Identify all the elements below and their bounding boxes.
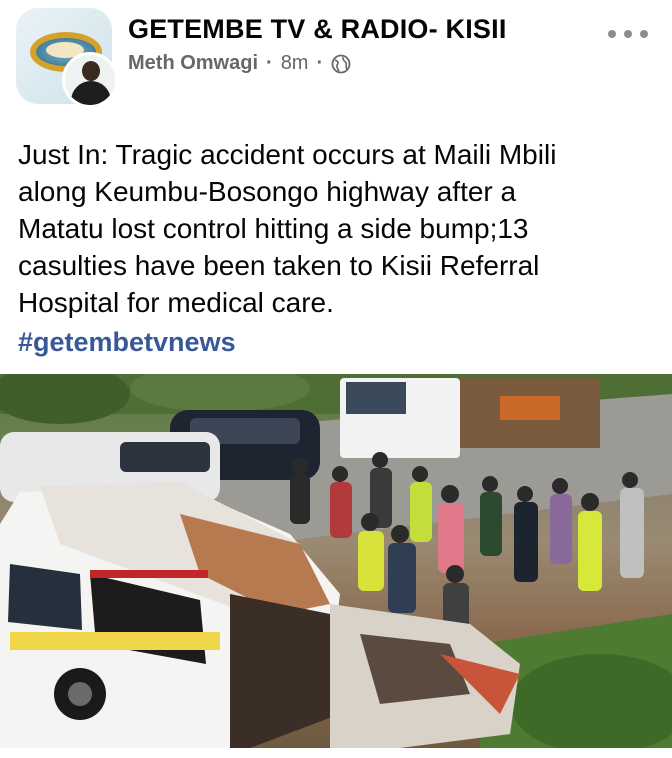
accident-scene-illustration	[0, 374, 672, 748]
avatar-head	[82, 61, 100, 81]
meta-separator-2: ·	[316, 52, 324, 74]
post-meta: Meth Omwagi · 8m ·	[128, 52, 351, 75]
author-name[interactable]: Meth Omwagi	[128, 52, 258, 75]
more-dot	[640, 30, 648, 38]
post-footer-spacer	[0, 748, 672, 758]
avatar-body	[71, 81, 111, 105]
author-avatar[interactable]	[62, 52, 118, 108]
post-text-line: casulties have been taken to Kisii Refer…	[18, 250, 540, 281]
meta-separator: ·	[266, 52, 273, 74]
post-text-line: Just In: Tragic accident occurs at Maili…	[18, 139, 557, 170]
page-name[interactable]: GETEMBE TV & RADIO- KISII	[128, 14, 507, 45]
post-text-line: Matatu lost control hitting a side bump;…	[18, 213, 529, 244]
post-text: Just In: Tragic accident occurs at Maili…	[18, 136, 658, 321]
accident-photo[interactable]	[0, 374, 672, 748]
globe-icon[interactable]	[331, 54, 351, 74]
post-header: GETEMBE TV & RADIO- KISII Meth Omwagi · …	[0, 0, 672, 120]
more-options-icon[interactable]	[608, 22, 648, 46]
post-time[interactable]: 8m	[281, 52, 309, 75]
post-text-line: along Keumbu-Bosongo highway after a	[18, 176, 517, 207]
more-dot	[624, 30, 632, 38]
post-text-line: Hospital for medical care.	[18, 287, 334, 318]
hashtag-link[interactable]: #getembetvnews	[18, 327, 236, 358]
more-dot	[608, 30, 616, 38]
